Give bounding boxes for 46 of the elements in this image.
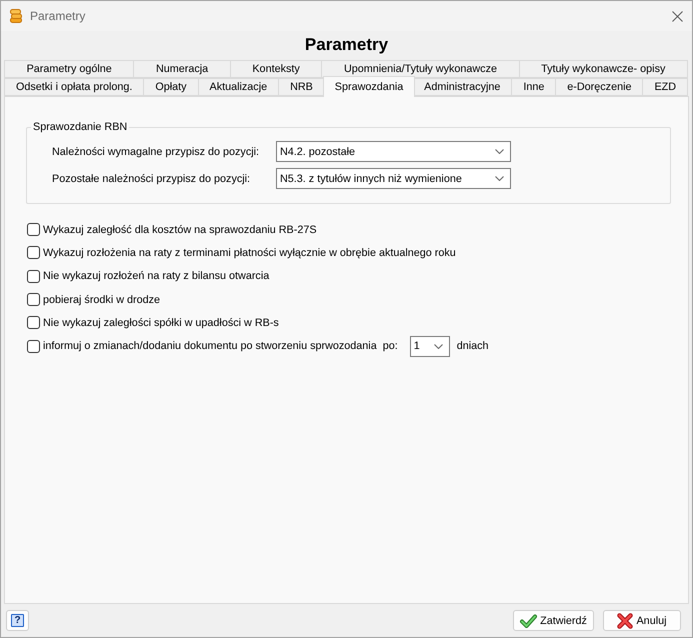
- checkbox[interactable]: [27, 340, 40, 353]
- dropdown[interactable]: N4.2. pozostałe: [276, 141, 511, 162]
- tab[interactable]: e-Doręczenie: [555, 78, 644, 96]
- option-label: Wykazuj rozłożenia na raty z terminami płatności wyłącznie w obrębie aktualnego roku: [43, 246, 456, 259]
- tab[interactable]: Upomnienia/Tytuły wykonawcze: [321, 60, 520, 78]
- checkbox[interactable]: [27, 293, 40, 306]
- help-button[interactable]: ?: [6, 610, 29, 631]
- cancel-button[interactable]: Anuluj: [603, 610, 681, 631]
- tab[interactable]: Odsetki i opłata prolong.: [4, 78, 144, 96]
- chevron-down-icon: [434, 344, 443, 349]
- check-icon: [520, 614, 538, 628]
- field-label: Należności wymagalne przypisz do pozycji:: [52, 146, 260, 158]
- tab[interactable]: Tytuły wykonawcze- opisy: [518, 60, 688, 78]
- checkbox[interactable]: [27, 246, 40, 260]
- chevron-down-icon: [495, 176, 504, 181]
- tab[interactable]: Konteksty: [230, 60, 322, 78]
- option-label: informuj o zmianach/dodaniu dokumentu po stworzeniu sprwozodania: [43, 340, 377, 352]
- cross-icon: [617, 612, 634, 628]
- field-label: Pozostałe należności przypisz do pozycji:: [52, 172, 252, 184]
- chevron-down-icon: [495, 149, 504, 154]
- dialog-heading: Parametry: [304, 34, 388, 56]
- tab[interactable]: Sprawozdania: [322, 76, 416, 97]
- dropdown[interactable]: N5.3. z tytułów innych niż wymienione: [276, 168, 511, 189]
- window-title: Parametry: [30, 9, 86, 23]
- checkbox[interactable]: [27, 223, 40, 236]
- option-label: dniach: [456, 340, 489, 352]
- tab[interactable]: Administracyjne: [412, 78, 512, 96]
- checkbox[interactable]: [27, 270, 40, 283]
- close-icon: [672, 10, 682, 22]
- tab[interactable]: NRB: [278, 78, 325, 96]
- confirm-button[interactable]: Zatwierdź: [513, 610, 594, 631]
- option-label: po:: [382, 340, 398, 352]
- option-label: pobieraj środki w drodze: [43, 294, 160, 306]
- tab[interactable]: Inne: [511, 78, 556, 96]
- tab[interactable]: EZD: [642, 78, 688, 96]
- dropdown[interactable]: 1: [410, 336, 450, 357]
- tab[interactable]: Numeracja: [133, 60, 231, 78]
- tab[interactable]: Parametry ogólne: [4, 60, 134, 78]
- group-title: Sprawozdanie RBN: [32, 121, 128, 134]
- option-label: Wykazuj zaległość dla kosztów na sprawozdaniu RB-27S: [43, 224, 317, 236]
- option-label: Nie wykazuj rozłożeń na raty z bilansu otwarcia: [43, 270, 270, 282]
- checkbox[interactable]: [27, 316, 40, 330]
- tab[interactable]: Aktualizacje: [198, 78, 280, 96]
- coin-stack-icon: [10, 9, 22, 23]
- tab[interactable]: Opłaty: [143, 78, 199, 96]
- option-label: Nie wykazuj zaległości spółki w upadłości w RB-s: [43, 316, 279, 329]
